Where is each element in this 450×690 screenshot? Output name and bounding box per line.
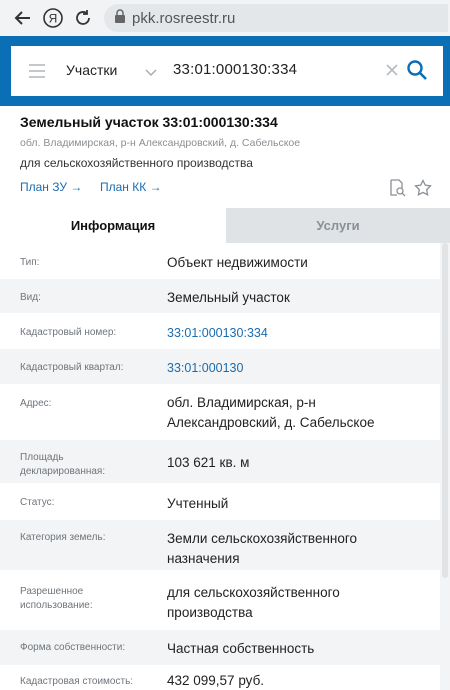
parcel-address: обл. Владимирская, р-н Александровский, … (20, 137, 301, 149)
info-row-land-category: Категория земель: Земли сельскохозяйстве… (0, 519, 440, 570)
info-row-address: Адрес: обл. Владимирская, р-н Александро… (0, 384, 440, 439)
row-value: 432 099,57 руб. (167, 673, 265, 688)
tab-info[interactable]: Информация (0, 208, 226, 243)
browser-toolbar: Я pkk.rosreestr.ru (0, 0, 450, 36)
back-arrow-icon[interactable] (8, 0, 38, 36)
clear-icon[interactable] (383, 61, 401, 79)
url-text: pkk.rosreestr.ru (132, 9, 236, 27)
info-table: Тип: Объект недвижимости Вид: Земельный … (0, 243, 450, 690)
star-icon[interactable] (414, 179, 432, 197)
plan-kk-link[interactable]: План КК → (100, 180, 162, 194)
row-label: Категория земель: (20, 532, 106, 543)
row-value: для сельскохозяйственного производства (167, 585, 340, 620)
info-row-status: Статус: Учтенный (0, 483, 440, 519)
search-box: Участки 33:01:000130:334 (11, 46, 443, 96)
row-value: 103 621 кв. м (167, 455, 250, 470)
search-header: Участки 33:01:000130:334 (0, 36, 450, 106)
info-row-cadastral-quarter: Кадастровый квартал: 33:01:000130 (0, 348, 440, 384)
row-value: Объект недвижимости (167, 255, 308, 270)
info-row-cadastral-value: Кадастровая стоимость: 432 099,57 руб. (0, 665, 440, 690)
row-label: Форма собственности: (20, 642, 126, 653)
row-value: Земли сельскохозяйственного назначения (167, 531, 358, 566)
row-label: Тип: (20, 257, 40, 268)
row-label: Площадь декларированная: (20, 452, 106, 477)
menu-icon[interactable] (29, 64, 45, 78)
lock-icon (114, 8, 126, 28)
tabs: Информация Услуги (0, 208, 450, 243)
plan-zu-link[interactable]: План ЗУ → (20, 180, 82, 194)
info-row-type: Тип: Объект недвижимости (0, 243, 440, 278)
row-value: обл. Владимирская, р-н Александровский, … (167, 395, 375, 430)
chevron-down-icon[interactable] (145, 64, 157, 82)
info-row-permitted-use: Разрешенное использование: для сельскохо… (0, 570, 440, 629)
row-label: Статус: (20, 497, 55, 508)
scrollbar-thumb[interactable] (442, 243, 448, 578)
cadastral-number-link[interactable]: 33:01:000130:334 (167, 323, 432, 343)
tab-services[interactable]: Услуги (226, 208, 450, 243)
row-label: Кадастровый номер: (20, 327, 117, 338)
category-select[interactable]: Участки (66, 62, 117, 78)
yandex-logo-icon[interactable]: Я (38, 0, 68, 36)
row-label: Вид: (20, 292, 41, 303)
row-label: Адрес: (20, 398, 52, 409)
row-value: Частная собственность (167, 641, 315, 656)
svg-text:Я: Я (49, 12, 58, 26)
info-row-cadastral-number: Кадастровый номер: 33:01:000130:334 (0, 313, 440, 348)
info-row-area: Площадь декларированная: 103 621 кв. м (0, 439, 440, 483)
search-icon[interactable] (406, 59, 428, 81)
search-input[interactable]: 33:01:000130:334 (173, 61, 297, 78)
cadastral-quarter-link[interactable]: 33:01:000130 (167, 358, 432, 378)
parcel-card: Земельный участок 33:01:000130:334 обл. … (0, 106, 450, 208)
document-search-icon[interactable] (388, 179, 406, 197)
parcel-purpose: для сельскохозяйственного производства (20, 156, 253, 170)
info-row-ownership: Форма собственности: Частная собственнос… (0, 629, 440, 665)
row-value: Учтенный (167, 496, 229, 511)
reload-icon[interactable] (68, 0, 98, 36)
info-row-kind: Вид: Земельный участок (0, 278, 440, 313)
address-bar[interactable]: pkk.rosreestr.ru (104, 4, 448, 32)
parcel-title: Земельный участок 33:01:000130:334 (20, 114, 278, 130)
row-label: Кадастровая стоимость: (20, 676, 134, 687)
row-label: Разрешенное использование: (20, 586, 93, 611)
row-value: Земельный участок (167, 290, 290, 305)
row-label: Кадастровый квартал: (20, 362, 124, 373)
